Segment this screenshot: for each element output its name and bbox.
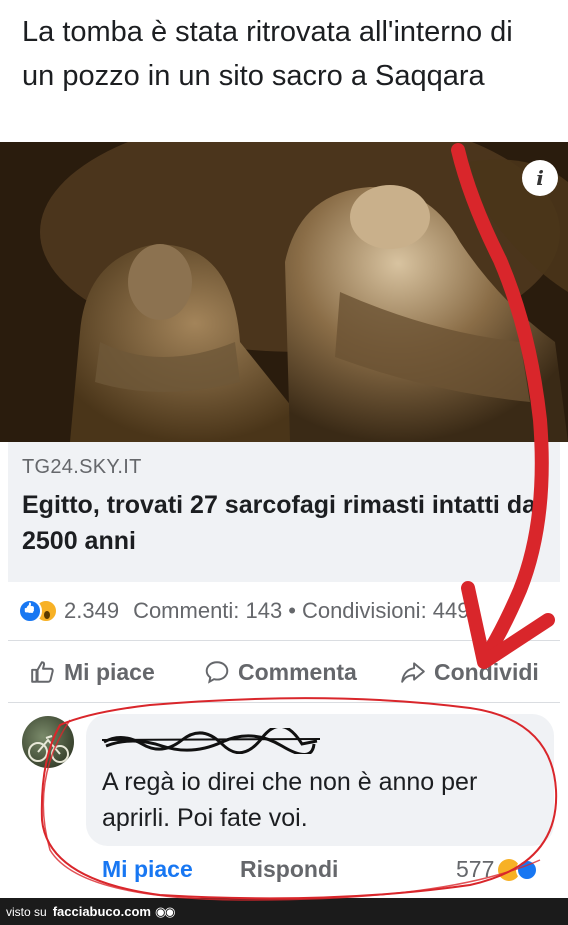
comment-count[interactable]: Commenti: 143 [133,598,282,624]
thumbs-up-icon [31,661,54,683]
comment-actions: Mi piace Rispondi 577 [0,856,568,892]
comment-reaction-count[interactable]: 577 [456,856,539,883]
commenter-avatar[interactable] [22,716,74,768]
comment-reaction-number: 577 [456,856,495,882]
like-button[interactable]: Mi piace [30,659,155,686]
like-reaction-icon [516,858,539,881]
footer-prefix: visto su [6,904,47,919]
watermark-footer: visto su facciabuco.com ◉◉ [0,898,568,925]
share-arrow-icon [401,662,425,683]
comment-button[interactable]: Commenta [204,659,357,686]
avatar-image [28,735,69,763]
share-button[interactable]: Condividi [400,659,539,686]
screenshot-page: La tomba è stata ritrovata all'interno d… [0,0,568,925]
speech-bubble-icon [205,661,229,684]
reaction-count[interactable]: 2.349 [64,598,119,624]
comment-text: A regà io direi che non è anno per aprir… [102,768,478,832]
post-photo[interactable]: i [0,142,568,442]
sarcophagi-image [0,142,568,442]
link-title: Egitto, trovati 27 sarcofagi rimasti int… [22,491,537,555]
eyes-logo-icon: ◉◉ [154,903,176,919]
like-label: Mi piace [64,658,155,685]
link-source: TG24.SKY.IT [22,456,142,478]
comment-reply-button[interactable]: Rispondi [240,856,338,883]
like-reaction-icon [18,599,42,623]
post-actions: Mi piace Commenta Condividi [0,648,568,696]
link-preview[interactable]: TG24.SKY.IT Egitto, trovati 27 sarcofagi… [8,442,560,582]
comment-like-button[interactable]: Mi piace [102,856,193,883]
divider [8,702,560,703]
reaction-icons[interactable] [18,599,58,623]
comment-bubble: A regà io direi che non è anno per aprir… [86,714,554,846]
redaction-scribble [102,728,321,754]
comment-label: Commenta [238,658,357,685]
stats-separator: • [288,598,296,623]
footer-site: facciabuco.com [52,904,151,919]
post-text: La tomba è stata ritrovata all'interno d… [0,0,568,142]
comment-author-redacted[interactable] [102,728,538,754]
divider [8,640,560,641]
info-icon[interactable]: i [522,160,558,196]
share-label: Condividi [434,658,539,685]
post-stats: 2.349 Commenti: 143 • Condivisioni: 449 [18,594,558,628]
share-count[interactable]: Condivisioni: 449 [302,598,470,624]
